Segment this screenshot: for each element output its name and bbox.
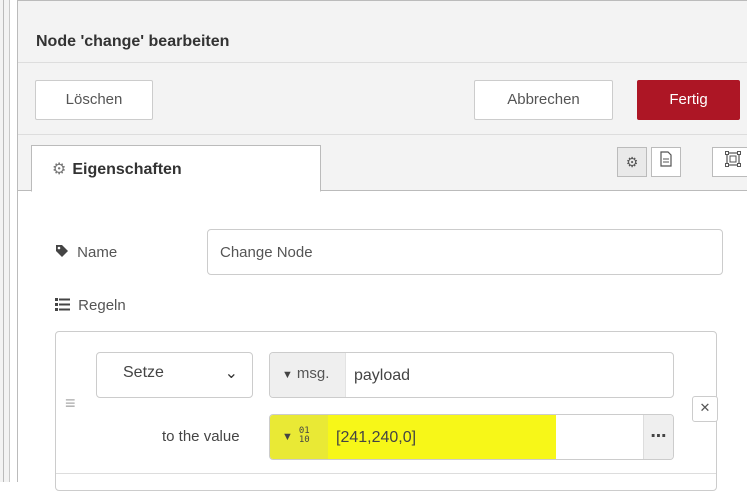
remove-rule-button[interactable]: ✕ (692, 396, 718, 422)
value-type-button[interactable]: ▼ 01 10 (270, 415, 328, 459)
to-value-label: to the value (162, 428, 240, 445)
cancel-button[interactable]: Abbrechen (474, 80, 613, 120)
tab-properties-label: Eigenschaften (72, 161, 182, 178)
property-value: payload (354, 367, 411, 384)
value-input[interactable]: ▼ 01 10 [241,240,0] ⋯ (269, 414, 674, 460)
property-type-button[interactable]: ▼ msg. (270, 353, 346, 397)
chevron-down-icon: ⌄ (224, 365, 238, 382)
json-type-icon: 01 10 (298, 426, 310, 446)
tab-appearance-icon[interactable] (712, 147, 747, 177)
property-input[interactable]: ▼ msg. payload (269, 352, 674, 398)
tab-settings-gear-icon[interactable]: ⚙ (617, 147, 647, 177)
caret-down-icon: ▼ (282, 369, 293, 381)
tray-header: Node 'change' bearbeiten (18, 1, 747, 63)
tabs-row: ⚙ Eigenschaften ⚙ (18, 135, 747, 192)
name-label: Name (55, 244, 117, 261)
rules-list: ≡ Setze ⌄ ▼ msg. payload to the value ▼ 01… (55, 331, 718, 491)
name-input[interactable] (207, 229, 723, 275)
tab-description-icon[interactable] (651, 147, 681, 177)
action-select-value: Setze (123, 364, 164, 381)
left-window-edge (0, 0, 10, 482)
delete-button[interactable]: Löschen (35, 80, 153, 120)
tray-title: Node 'change' bearbeiten (36, 33, 230, 50)
action-select[interactable]: Setze ⌄ (96, 352, 253, 398)
document-icon (660, 151, 672, 167)
rules-label: Regeln (55, 297, 126, 314)
drag-handle-icon[interactable]: ≡ (65, 394, 76, 412)
done-button[interactable]: Fertig (637, 80, 740, 120)
edit-tray: Node 'change' bearbeiten Löschen Abbrech… (17, 0, 747, 491)
list-icon (55, 297, 74, 314)
caret-down-icon: ▼ (282, 431, 293, 443)
tab-properties[interactable]: ⚙ Eigenschaften (31, 145, 321, 192)
tag-icon (55, 244, 73, 261)
appearance-icon (724, 151, 741, 167)
expand-editor-button[interactable]: ⋯ (643, 415, 673, 459)
value-text: [241,240,0] (336, 429, 417, 446)
tray-toolbar: Löschen Abbrechen Fertig (18, 63, 747, 135)
gear-icon: ⚙ (52, 161, 67, 178)
rule-row: ≡ Setze ⌄ ▼ msg. payload to the value ▼ 01… (56, 332, 718, 474)
